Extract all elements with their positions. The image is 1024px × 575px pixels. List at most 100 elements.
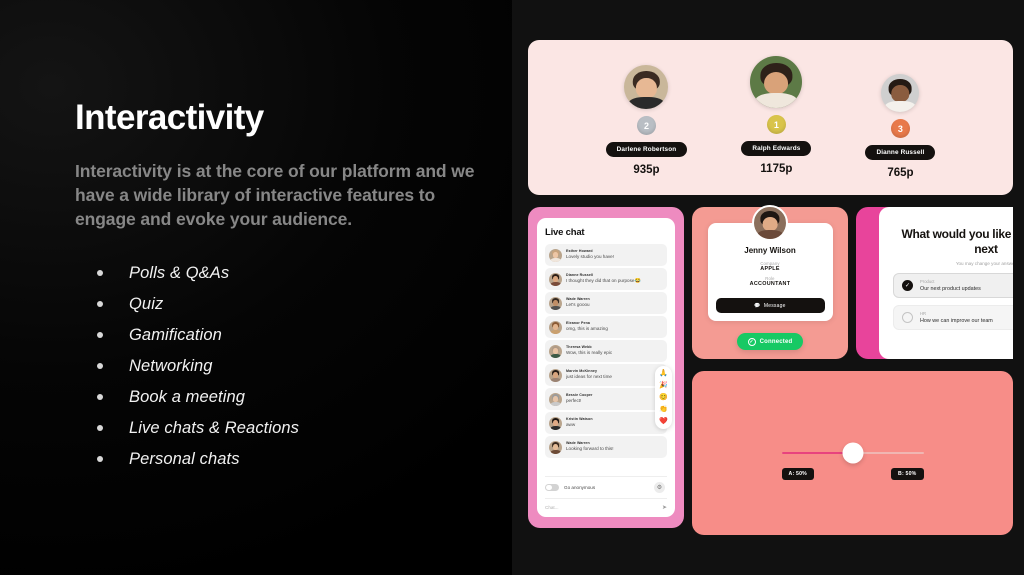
live-chat-panel: Live chat Esther Howard Lovely studio yo… [537,218,675,517]
poll-tag: █▌ POLL [893,217,1013,222]
chat-body: perfect! [566,398,582,404]
poll-option-text: Product Our next product updates [920,279,981,292]
company-value: APPLE [760,266,780,272]
chat-input-row[interactable]: Chat... ➤ [545,498,667,511]
avatar [750,56,803,108]
message-button[interactable]: 💬 Message [715,298,825,313]
profile-name: Jenny Wilson [744,246,796,255]
list-item[interactable]: Bessie Cooper perfect! [545,388,667,410]
list-item-label: Personal chats [129,449,240,468]
rank-badge: 1 [766,115,786,134]
emoji-icon: 😂 [634,277,641,284]
list-item-label: Gamification [129,325,222,344]
role-value: ACCOUNTANT [749,281,791,287]
avatar [549,344,562,358]
avatar-face-icon [624,65,668,109]
avatar [752,205,788,241]
ab-slider[interactable]: A: 50% B: 50% [781,442,924,480]
rank-badge: 3 [890,119,910,138]
live-chat-card: Live chat Esther Howard Lovely studio yo… [528,207,684,528]
leaderboard-name: Ralph Edwards [741,141,812,156]
poll-card: █▌ POLL What would you like to discuss n… [856,207,1013,359]
chat-input[interactable]: Chat... [545,505,662,510]
chat-bubble-icon: 💬 [754,302,761,309]
smile-emoji-icon[interactable]: 😊 [659,394,668,401]
slider-label-a: A: 50% [781,468,814,480]
leaderboard-points: 1175p [760,163,793,175]
anonymous-toggle[interactable] [545,483,559,492]
chat-message-text: Theresa Webb Wow, this is really epic [566,345,663,356]
chat-message-text: Kristin Watson aww [566,417,663,428]
radio-empty-icon [902,312,913,324]
list-item[interactable]: Theresa Webb Wow, this is really epic [545,340,667,362]
chat-body: Looking forward to this! [566,446,614,452]
poll-option-product[interactable]: ✓ Product Our next product updates [893,273,1013,299]
avatar [549,416,562,430]
chat-message-text: Bessie Cooper perfect! [566,393,663,404]
status-badge-label: Connected [759,338,793,345]
page-title: Interactivity [75,98,264,138]
leaderboard-name: Darlene Robertson [605,142,688,157]
list-item-label: Networking [129,356,213,375]
chat-message-text: Dianne Russell I thought they did that o… [566,273,663,285]
poll-subtitle: You may change your answer [955,261,1013,267]
list-item[interactable]: Esther Howard Lovely studio you have! [545,244,667,266]
leaderboard-points: 765p [887,167,914,179]
list-item: Networking [97,351,512,382]
clap-emoji-icon[interactable]: 👏 [659,406,668,413]
bullet-dot-icon [97,456,103,463]
leaderboard-entry[interactable]: 3 Dianne Russell 765p [865,74,936,179]
avatar [549,392,562,406]
leaderboard-entry[interactable]: 2 Darlene Robertson 935p [605,65,688,176]
list-item-label: Live chats & Reactions [129,418,300,437]
avatar [549,296,562,310]
list-item: Live chats & Reactions [97,413,512,444]
list-item: Gamification [97,320,512,351]
gear-icon[interactable]: ⚙ [654,482,665,493]
leaderboard-card: 2 Darlene Robertson 935p 1 Ralph Edwards… [528,40,1013,195]
chat-body: I thought they did that on purpose😂 [566,277,641,284]
avatar-face-icon [750,56,802,108]
chat-body: Let's gooou [566,302,590,308]
anonymous-label: Go anonymous [564,485,596,490]
feature-list: Polls & Q&As Quiz Gamification Networkin… [75,258,512,475]
bullet-dot-icon [97,394,103,401]
leaderboard-name: Dianne Russell [865,145,936,160]
slider-knob[interactable] [842,442,863,464]
check-circle-icon: ✓ [747,337,756,346]
list-item[interactable]: Wade Warren Let's gooou [545,292,667,314]
list-item-label: Polls & Q&As [129,263,230,282]
list-item[interactable]: Kristin Watson aww [545,412,667,434]
chat-message-text: Esther Howard Lovely studio you have! [566,249,663,260]
chat-body: omg, this is amazing [566,326,608,332]
leaderboard-points: 935p [633,164,660,176]
slider-card: A: 50% B: 50% [692,371,1013,535]
list-item[interactable]: Marvin McKinney just ideas for next time [545,364,667,386]
avatar [549,320,562,334]
party-emoji-icon[interactable]: 🎉 [659,382,668,389]
chat-message-text: Eleanor Pena omg, this is amazing [566,321,663,332]
avatar [624,65,669,109]
list-item: Personal chats [97,444,512,475]
chat-message-list[interactable]: Esther Howard Lovely studio you have! Di… [545,244,667,473]
list-item[interactable]: Eleanor Pena omg, this is amazing [545,316,667,338]
poll-option-hr[interactable]: HR How we can improve our team [893,305,1013,331]
left-content-panel: Interactivity Interactivity is at the co… [0,0,512,575]
bullet-dot-icon [97,270,103,277]
status-badge: ✓ Connected [736,333,804,350]
avatar [549,248,562,262]
list-item[interactable]: Wade Warren Looking forward to this! [545,436,667,458]
list-item[interactable]: Dianne Russell I thought they did that o… [545,268,667,290]
bullet-dot-icon [97,332,103,339]
anonymous-toggle-row[interactable]: Go anonymous ⚙ [545,476,667,498]
leaderboard-entry[interactable]: 1 Ralph Edwards 1175p [741,56,812,175]
avatar [881,74,920,112]
right-showcase-panel: 2 Darlene Robertson 935p 1 Ralph Edwards… [512,0,1024,575]
pray-emoji-icon[interactable]: 🙏 [659,370,668,377]
reaction-bar[interactable]: 🙏 🎉 😊 👏 ❤️ [655,366,672,429]
send-icon[interactable]: ➤ [662,504,667,511]
chat-body: Wow, this is really epic [566,350,613,356]
avatar [549,368,562,382]
heart-emoji-icon[interactable]: ❤️ [659,418,668,425]
poll-question: What would you like to discuss next [901,227,1013,256]
